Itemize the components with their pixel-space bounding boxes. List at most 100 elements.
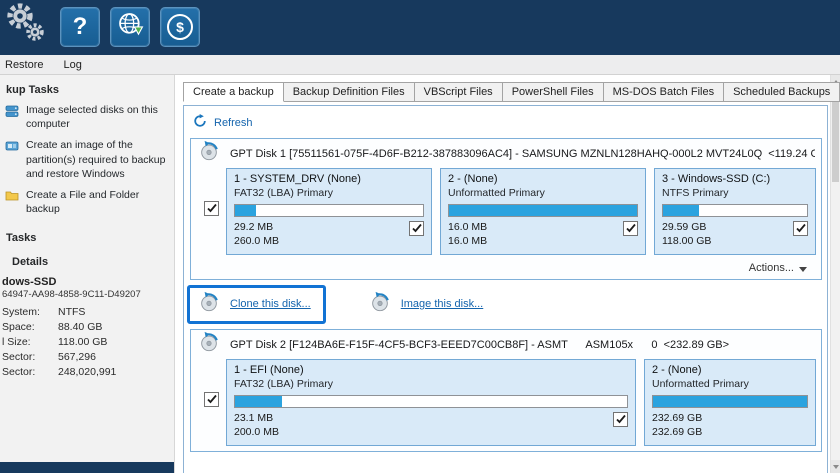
partition-usage-fill — [663, 205, 699, 216]
partition-checkbox[interactable] — [623, 221, 638, 236]
detail-value: 567,296 — [58, 351, 96, 363]
scrollbar-thumb[interactable] — [832, 90, 839, 182]
task-label: Create a File and Folder backup — [26, 188, 170, 216]
web-update-button[interactable] — [110, 7, 150, 47]
scroll-down-button[interactable] — [831, 460, 840, 473]
selected-volume-guid: 64947-AA98-4858-9C11-D49207 — [2, 289, 174, 300]
disk-panel-1: GPT Disk 1 [75511561-075F-4D6F-B212-3878… — [190, 138, 822, 280]
folder-icon — [5, 188, 20, 216]
disk-1-title: GPT Disk 1 [75511561-075F-4D6F-B212-3878… — [230, 148, 815, 160]
backup-content-panel: Refresh GPT Disk 1 [75511561-075F-4D6F-B… — [183, 105, 828, 473]
dollar-glyph: $ — [176, 20, 184, 34]
menu-item-restore[interactable]: Restore — [0, 59, 54, 71]
main-area: Create a backup Backup Definition Files … — [175, 75, 830, 473]
partition-image-icon — [5, 138, 20, 181]
tab-create-a-backup[interactable]: Create a backup — [183, 82, 284, 102]
backup-tasks-header: kup Tasks — [6, 84, 174, 96]
partition-usage-fill — [653, 396, 807, 407]
partition-name: 2 - (None) — [652, 364, 808, 376]
scroll-down-arrow-icon — [833, 465, 839, 469]
partition-usage-bar — [652, 395, 808, 408]
partition-card-windows-ssd[interactable]: 3 - Windows-SSD (C:) NTFS Primary 29.59 … — [654, 168, 816, 255]
disk-1-header: GPT Disk 1 [75511561-075F-4D6F-B212-3878… — [191, 139, 821, 168]
partition-checkbox[interactable] — [409, 221, 424, 236]
task-label: Create an image of the partition(s) requ… — [26, 138, 170, 181]
detail-label: System: — [2, 306, 58, 318]
detail-row-start-sector: Sector: 567,296 — [2, 351, 174, 363]
menu-item-log[interactable]: Log — [54, 59, 92, 71]
disk-image-icon — [5, 103, 20, 131]
detail-value: 118.00 GB — [58, 336, 107, 348]
partition-total: 232.69 GB — [652, 426, 808, 438]
purchase-button[interactable]: $ — [160, 7, 200, 47]
partition-usage-fill — [449, 205, 637, 216]
clone-this-disk-link[interactable]: Clone this disk... — [230, 298, 311, 310]
tab-powershell-files[interactable]: PowerShell Files — [502, 82, 604, 102]
detail-label: Sector: — [2, 366, 58, 378]
task-image-selected-disks[interactable]: Image selected disks on this computer — [5, 103, 170, 131]
sidebar-footer-accent — [0, 462, 174, 473]
partition-usage-bar — [662, 204, 808, 217]
tab-backup-definition-files[interactable]: Backup Definition Files — [283, 82, 415, 102]
disk-2-header: GPT Disk 2 [F124BA6E-F15F-4CF5-BCF3-EEED… — [191, 330, 821, 359]
partition-card-disk1-unformatted[interactable]: 2 - (None) Unformatted Primary 16.0 MB 1… — [440, 168, 646, 255]
refresh-icon — [193, 114, 207, 133]
detail-value: NTFS — [58, 306, 85, 318]
chevron-down-icon — [799, 267, 807, 272]
refresh-link[interactable]: Refresh — [214, 117, 253, 129]
partition-used: 232.69 GB — [652, 412, 808, 424]
partition-card-disk2-unformatted[interactable]: 2 - (None) Unformatted Primary 232.69 GB… — [644, 359, 816, 446]
partition-usage-bar — [234, 395, 628, 408]
detail-row-total-size: l Size: 118.00 GB — [2, 336, 174, 348]
disk-1-body: 1 - SYSTEM_DRV (None) FAT32 (LBA) Primar… — [191, 168, 821, 260]
task-file-folder-backup[interactable]: Create a File and Folder backup — [5, 188, 170, 216]
partition-total: 118.00 GB — [662, 235, 808, 247]
selected-volume-name: dows-SSD — [2, 276, 174, 288]
partition-name: 2 - (None) — [448, 173, 638, 185]
partition-type: NTFS Primary — [662, 187, 808, 199]
image-this-disk-link[interactable]: Image this disk... — [401, 298, 484, 310]
tab-scheduled-backups[interactable]: Scheduled Backups — [723, 82, 840, 102]
partition-used: 23.1 MB — [234, 412, 628, 424]
disk-2-body: 1 - EFI (None) FAT32 (LBA) Primary 23.1 … — [191, 359, 821, 451]
disk-2-partitions: 1 - EFI (None) FAT32 (LBA) Primary 23.1 … — [226, 359, 816, 446]
disk-1-action-links: Clone this disk... Image this disk... — [187, 285, 827, 323]
partition-total: 260.0 MB — [234, 235, 424, 247]
top-toolbar: ? $ — [0, 0, 840, 55]
disk-2-checkbox[interactable] — [204, 392, 219, 407]
help-button[interactable]: ? — [60, 7, 100, 47]
help-icon: ? — [73, 15, 88, 39]
tab-strip: Create a backup Backup Definition Files … — [183, 82, 840, 102]
partition-type: FAT32 (LBA) Primary — [234, 187, 424, 199]
task-image-windows-partitions[interactable]: Create an image of the partition(s) requ… — [5, 138, 170, 181]
disk-1-checkbox[interactable] — [204, 201, 219, 216]
partition-card-efi[interactable]: 1 - EFI (None) FAT32 (LBA) Primary 23.1 … — [226, 359, 636, 446]
refresh-row: Refresh — [184, 106, 827, 132]
tab-vbscript-files[interactable]: VBScript Files — [414, 82, 503, 102]
partition-name: 1 - EFI (None) — [234, 364, 628, 376]
partition-checkbox[interactable] — [613, 412, 628, 427]
disk-1-actions-menu[interactable]: Actions... — [191, 260, 821, 279]
sidebar: kup Tasks Image selected disks on this c… — [0, 75, 175, 473]
detail-value: 88.40 GB — [58, 321, 102, 333]
settings-gear-small-icon[interactable] — [24, 21, 46, 48]
partition-type: Unformatted Primary — [448, 187, 638, 199]
actions-label: Actions... — [749, 262, 794, 274]
partition-used: 29.2 MB — [234, 221, 424, 233]
dollar-icon: $ — [167, 14, 193, 40]
partition-type: FAT32 (LBA) Primary — [234, 378, 628, 390]
partition-checkbox[interactable] — [793, 221, 808, 236]
partition-usage-bar — [234, 204, 424, 217]
vertical-scrollbar[interactable] — [830, 75, 840, 473]
partition-name: 3 - Windows-SSD (C:) — [662, 173, 808, 185]
disk-icon — [197, 331, 221, 358]
details-header[interactable]: Details — [12, 256, 174, 268]
image-disk-icon — [368, 291, 392, 318]
partition-used: 29.59 GB — [662, 221, 808, 233]
detail-label: Sector: — [2, 351, 58, 363]
tab-msdos-batch-files[interactable]: MS-DOS Batch Files — [603, 82, 724, 102]
detail-row-free-space: Space: 88.40 GB — [2, 321, 174, 333]
clone-disk-icon — [197, 291, 221, 318]
partition-card-system-drv[interactable]: 1 - SYSTEM_DRV (None) FAT32 (LBA) Primar… — [226, 168, 432, 255]
other-tasks-header: Tasks — [6, 232, 174, 244]
